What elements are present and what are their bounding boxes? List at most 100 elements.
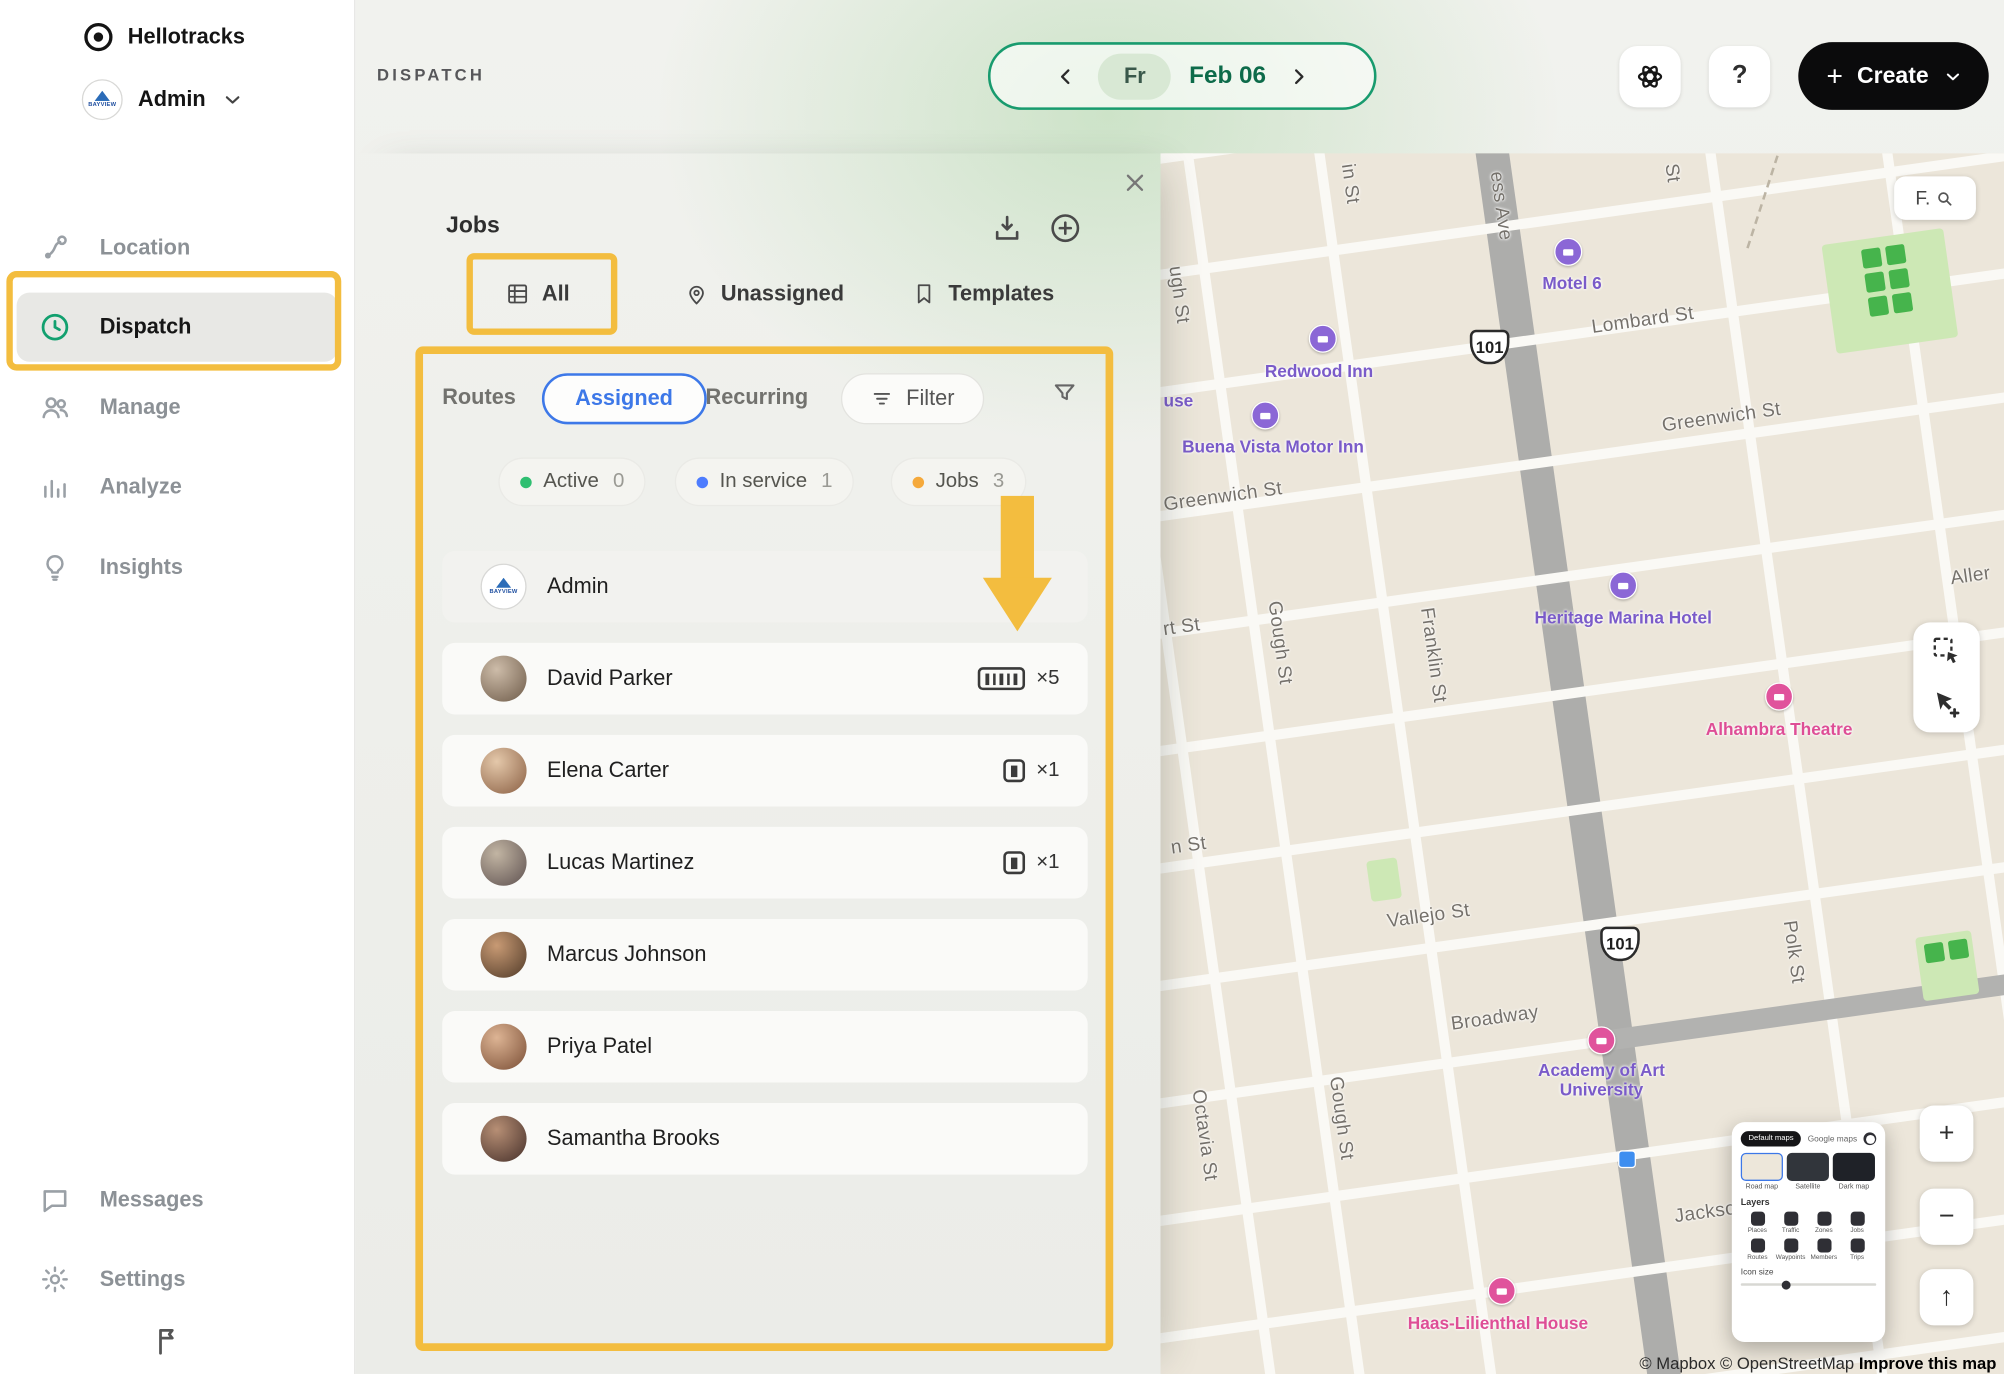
filter-button[interactable]: Filter: [840, 373, 984, 425]
layer-trips[interactable]: Trips: [1840, 1238, 1873, 1261]
person-name: Lucas Martinez: [547, 849, 695, 875]
lodging-poi-icon[interactable]: [1308, 324, 1337, 353]
close-panel-button[interactable]: [1121, 169, 1149, 197]
university-poi-icon[interactable]: [1587, 1026, 1616, 1055]
icon-size-slider[interactable]: [1740, 1280, 1877, 1289]
lodging-poi-icon[interactable]: [1609, 571, 1638, 600]
tab-templates[interactable]: Templates: [911, 281, 1054, 307]
chat-icon: [38, 1185, 71, 1216]
thumb-satellite[interactable]: Satellite: [1786, 1152, 1829, 1191]
account-avatar: BAYVIEW: [81, 79, 123, 121]
date-label[interactable]: Feb 06: [1189, 62, 1266, 90]
list-item-david-parker[interactable]: David Parker ×5: [442, 642, 1088, 715]
sidebar-item-manage[interactable]: Manage: [0, 371, 354, 445]
search-icon: [1935, 189, 1954, 208]
list-item-lucas-martinez[interactable]: Lucas Martinez ×1: [442, 826, 1088, 899]
view-tab-assigned[interactable]: Assigned: [541, 373, 707, 425]
lightbulb-icon: [38, 552, 71, 583]
chevron-down-icon: [1943, 66, 1963, 86]
dispatch-clock-icon: [38, 311, 71, 344]
account-switcher[interactable]: BAYVIEW Admin: [81, 79, 244, 121]
tab-all[interactable]: All: [505, 281, 570, 307]
lodging-poi-icon[interactable]: [1251, 401, 1280, 430]
sidebar-item-analyze[interactable]: Analyze: [0, 450, 354, 524]
layer-routes[interactable]: Routes: [1741, 1238, 1774, 1261]
street-label: St: [1660, 162, 1685, 184]
status-dot-active: [520, 476, 532, 488]
list-item-elena-carter[interactable]: Elena Carter ×1: [442, 734, 1088, 807]
layer-jobs[interactable]: Jobs: [1840, 1211, 1873, 1235]
chip-in-service[interactable]: In service 1: [674, 457, 855, 507]
zoom-out-button[interactable]: −: [1919, 1188, 1974, 1245]
sidebar-item-label: Messages: [99, 1187, 204, 1212]
map-canvas[interactable]: ugh St in St ess Ave St Lombard St Green…: [1160, 153, 2004, 1374]
barcode-icon: [1002, 759, 1025, 783]
sidebar-item-messages[interactable]: Messages: [0, 1163, 354, 1237]
map-style-toggle[interactable]: [1863, 1132, 1877, 1146]
import-jobs-button[interactable]: [991, 212, 1024, 245]
tab-unassigned[interactable]: Unassigned: [684, 281, 844, 307]
ai-assistant-button[interactable]: [1619, 45, 1681, 107]
funnel-filter-button[interactable]: [1051, 380, 1079, 408]
chip-count: 3: [992, 470, 1005, 493]
app: Hellotracks BAYVIEW Admin Location Dispa…: [0, 0, 2004, 1374]
layer-zones[interactable]: Zones: [1807, 1211, 1840, 1235]
layer-waypoints[interactable]: Waypoints: [1774, 1238, 1807, 1261]
chip-active[interactable]: Active 0: [498, 457, 647, 507]
next-day-button[interactable]: [1284, 62, 1312, 90]
layer-traffic[interactable]: Traffic: [1774, 1211, 1807, 1235]
list-item-priya-patel[interactable]: Priya Patel: [442, 1010, 1088, 1083]
chip-label: In service: [719, 470, 808, 493]
brand-name: Hellotracks: [127, 24, 245, 49]
create-button[interactable]: + Create: [1798, 42, 1989, 110]
job-multiplier: ×1: [1036, 851, 1060, 873]
view-tab-recurring[interactable]: Recurring: [706, 385, 809, 411]
status-dot-in-service: [696, 476, 709, 488]
poi-label: Haas-Lilienthal House: [1407, 1313, 1589, 1334]
list-item-admin[interactable]: BAYVIEW Admin: [442, 550, 1088, 623]
pin-sidebar-icon[interactable]: [151, 1324, 184, 1357]
layer-members[interactable]: Members: [1807, 1238, 1840, 1261]
thumb-dark-map[interactable]: Dark map: [1832, 1152, 1875, 1191]
main: DISPATCH Fr Feb 06 ? + Create Jobs All U…: [354, 0, 2004, 1374]
chip-count: 1: [821, 470, 833, 493]
person-name: Samantha Brooks: [547, 1126, 720, 1151]
help-button[interactable]: ?: [1708, 45, 1771, 107]
map-select-tools: [1913, 622, 1980, 733]
transit-poi-icon[interactable]: [1618, 1150, 1636, 1169]
jobs-panel: Jobs All Unassigned Templates Routes Ass…: [354, 153, 1160, 1374]
add-pin-button[interactable]: [1930, 688, 1963, 721]
google-maps-option[interactable]: Google maps: [1808, 1134, 1857, 1143]
add-job-button[interactable]: [1048, 211, 1083, 246]
list-item-samantha-brooks[interactable]: Samantha Brooks: [442, 1103, 1088, 1175]
sidebar-item-settings[interactable]: Settings: [0, 1242, 354, 1316]
chip-label: Active: [543, 470, 599, 493]
chip-count: 0: [612, 470, 625, 493]
view-tab-routes[interactable]: Routes: [442, 385, 516, 411]
poi-label: Motel 6: [1542, 273, 1602, 293]
park: [1366, 857, 1403, 903]
person-name: Admin: [547, 573, 609, 599]
sidebar-item-insights[interactable]: Insights: [0, 530, 354, 604]
list-item-marcus-johnson[interactable]: Marcus Johnson: [442, 918, 1088, 991]
recenter-button[interactable]: ↑: [1919, 1269, 1974, 1326]
improve-map-link[interactable]: Improve this map: [1859, 1354, 1997, 1373]
weekday-pill[interactable]: Fr: [1098, 53, 1172, 100]
theatre-poi-icon[interactable]: [1765, 682, 1794, 711]
gear-icon: [38, 1264, 71, 1295]
marquee-select-button[interactable]: [1930, 634, 1963, 667]
layer-places[interactable]: Places: [1741, 1211, 1774, 1235]
museum-poi-icon[interactable]: [1487, 1276, 1516, 1305]
map-search-box[interactable]: F.: [1894, 176, 1976, 220]
prev-day-button[interactable]: [1052, 62, 1080, 90]
default-maps-pill[interactable]: Default maps: [1740, 1131, 1802, 1147]
lodging-poi-icon[interactable]: [1554, 237, 1583, 266]
sidebar-item-location[interactable]: Location: [0, 211, 354, 285]
sidebar-item-dispatch[interactable]: Dispatch: [0, 290, 354, 364]
zoom-in-button[interactable]: +: [1919, 1105, 1974, 1162]
poi-label: use: [1163, 391, 1194, 411]
avatar: [480, 931, 527, 978]
avatar: BAYVIEW: [480, 563, 527, 610]
chip-jobs[interactable]: Jobs 3: [890, 457, 1026, 507]
thumb-road-map[interactable]: Road map: [1740, 1152, 1783, 1191]
